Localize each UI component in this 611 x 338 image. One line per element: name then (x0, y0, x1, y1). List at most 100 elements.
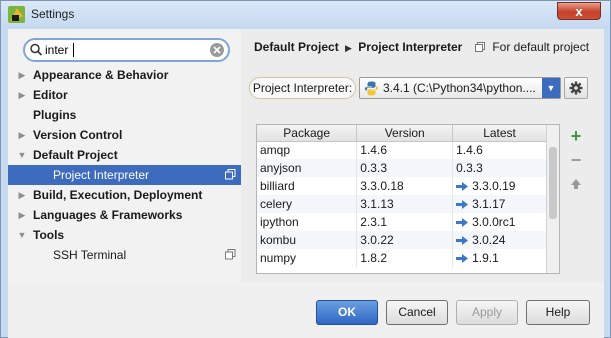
scope-label: For default project (492, 40, 590, 54)
tree-item-ssh-terminal[interactable]: SSH Terminal (8, 245, 241, 265)
dialog-body: inter ▶ Appearance & Behavior ▶ Editor Plugi… (8, 29, 604, 338)
search-icon (30, 43, 43, 56)
package-name-cell-text: anyjson (260, 161, 302, 175)
close-button[interactable]: x (557, 2, 601, 20)
text-caret (73, 43, 74, 57)
package-version-cell: 0.3.3 (356, 159, 454, 177)
packages-table: Package Version Latest amqp 1.4.6 1.4.6 any… (256, 124, 560, 274)
expand-arrow-right-icon[interactable]: ▶ (17, 205, 27, 225)
expand-arrow-right-icon[interactable]: ▶ (17, 185, 27, 205)
settings-tree: ▶ Appearance & Behavior ▶ Editor Plugins ▶ Ver… (8, 65, 241, 265)
copy-icon (475, 42, 485, 52)
ok-button[interactable]: OK (316, 300, 378, 325)
tree-item-label: Version Control (33, 128, 123, 142)
package-name-cell-text: ipython (260, 215, 299, 229)
apply-button[interactable]: Apply (456, 300, 518, 325)
expand-arrow-right-icon[interactable]: ▶ (17, 125, 27, 145)
search-input[interactable]: inter (45, 43, 68, 57)
package-version-cell-text: 1.4.6 (360, 143, 387, 158)
package-latest-cell-text: 0.3.3 (456, 161, 483, 175)
interpreter-dropdown[interactable]: 3.4.1 (C:\Python34\python.... ▼ (359, 77, 561, 99)
package-name-cell-text: numpy (260, 251, 297, 265)
remove-package-button[interactable]: − (568, 149, 584, 170)
tree-item-label: Default Project (33, 148, 118, 162)
settings-window: Settings x inter ▶ Appearance & Behavior… (0, 0, 611, 338)
column-header-version[interactable]: Version (356, 125, 454, 142)
tree-item-label: Appearance & Behavior (33, 68, 169, 82)
package-name-cell-text: celery (260, 197, 293, 211)
table-row[interactable]: celery 3.1.13 3.1.17 (257, 195, 547, 213)
interpreter-value: 3.4.1 (C:\Python34\python.... (383, 81, 536, 95)
package-name-cell: anyjson (257, 159, 358, 177)
expand-arrow-down-icon[interactable]: ▼ (17, 225, 27, 245)
scrollbar-thumb[interactable] (549, 147, 557, 219)
package-version-cell: 3.3.0.18 (356, 177, 454, 195)
clear-search-icon[interactable] (209, 42, 225, 58)
add-package-button[interactable]: + (568, 125, 584, 146)
tree-item-label: Editor (33, 88, 68, 102)
package-latest-cell-text: 3.1.17 (472, 197, 506, 211)
settings-sidebar: inter ▶ Appearance & Behavior ▶ Editor Plugi… (8, 29, 241, 282)
tree-item-label: Languages & Frameworks (33, 208, 183, 222)
tree-item-languages-frameworks[interactable]: ▶ Languages & Frameworks (8, 205, 241, 225)
package-version-cell-text: 3.3.0.18 (360, 179, 404, 193)
tree-item-plugins[interactable]: Plugins (8, 105, 241, 125)
breadcrumb-parent: Default Project (254, 40, 339, 54)
package-latest-cell-text: 3.3.0.19 (472, 179, 516, 193)
tree-item-editor[interactable]: ▶ Editor (8, 85, 241, 105)
package-latest-cell: 3.1.17 (452, 195, 547, 213)
settings-search-field[interactable]: inter (23, 38, 230, 62)
package-latest-cell-text: 1.4.6 (456, 143, 483, 158)
table-row[interactable]: billiard 3.3.0.18 3.3.0.19 (257, 177, 547, 195)
column-header-latest[interactable]: Latest (452, 125, 547, 142)
package-version-cell: 1.4.6 (356, 141, 454, 159)
breadcrumb-separator-icon: ▶ (345, 43, 352, 53)
expand-arrow-down-icon[interactable]: ▼ (17, 145, 27, 165)
arrow-up-icon (571, 179, 581, 189)
package-version-cell-text: 3.1.13 (360, 197, 394, 211)
column-header-package[interactable]: Package (257, 125, 358, 142)
table-scrollbar[interactable] (546, 125, 559, 273)
interpreter-settings-button[interactable] (564, 77, 588, 99)
cancel-button[interactable]: Cancel (386, 300, 448, 325)
tree-item-appearance-behavior[interactable]: ▶ Appearance & Behavior (8, 65, 241, 85)
package-latest-cell: 1.4.6 (452, 141, 547, 159)
table-row[interactable]: ipython 2.3.1 3.0.0rc1 (257, 213, 547, 231)
package-name-cell-text: amqp (260, 143, 291, 158)
plus-icon: + (570, 125, 582, 146)
tree-item-build-execution-deployment[interactable]: ▶ Build, Execution, Deployment (8, 185, 241, 205)
breadcrumb-current: Project Interpreter (358, 40, 463, 54)
title-bar[interactable]: Settings x (1, 1, 610, 28)
tree-item-label: SSH Terminal (53, 248, 127, 262)
package-name-cell: ipython (257, 213, 358, 231)
tree-item-version-control[interactable]: ▶ Version Control (8, 125, 241, 145)
scope-indicator: For default project (475, 40, 589, 54)
tree-item-project-interpreter[interactable]: Project Interpreter (8, 165, 241, 185)
minus-icon: − (570, 149, 582, 170)
package-name-cell: kombu (257, 231, 358, 249)
package-version-cell-text: 2.3.1 (360, 215, 387, 229)
package-name-cell: numpy (257, 249, 358, 267)
expand-arrow-right-icon[interactable]: ▶ (17, 65, 27, 85)
help-button[interactable]: Help (526, 300, 590, 325)
table-row[interactable]: kombu 3.0.22 3.0.24 (257, 231, 547, 249)
chevron-down-icon[interactable]: ▼ (542, 78, 560, 98)
window-title: Settings (31, 7, 75, 21)
table-row[interactable]: amqp 1.4.6 1.4.6 (257, 141, 547, 159)
package-version-cell-text: 3.0.22 (360, 233, 394, 247)
table-row[interactable]: numpy 1.8.2 1.9.1 (257, 249, 547, 267)
upgrade-available-icon (456, 218, 469, 227)
expand-arrow-right-icon[interactable]: ▶ (17, 85, 27, 105)
upgrade-package-button[interactable] (568, 176, 584, 192)
package-version-cell: 3.0.22 (356, 231, 454, 249)
project-scope-icon (225, 249, 236, 260)
package-version-cell: 1.8.2 (356, 249, 454, 267)
tree-item-tools[interactable]: ▼ Tools (8, 225, 241, 245)
tree-item-label: Tools (33, 228, 65, 242)
package-name-cell: celery (257, 195, 358, 213)
package-latest-cell-text: 3.0.0rc1 (472, 215, 516, 229)
package-name-cell: billiard (257, 177, 358, 195)
breadcrumb: Default Project ▶ Project Interpreter (254, 40, 462, 54)
tree-item-default-project[interactable]: ▼ Default Project (8, 145, 241, 165)
table-row[interactable]: anyjson 0.3.3 0.3.3 (257, 159, 547, 177)
